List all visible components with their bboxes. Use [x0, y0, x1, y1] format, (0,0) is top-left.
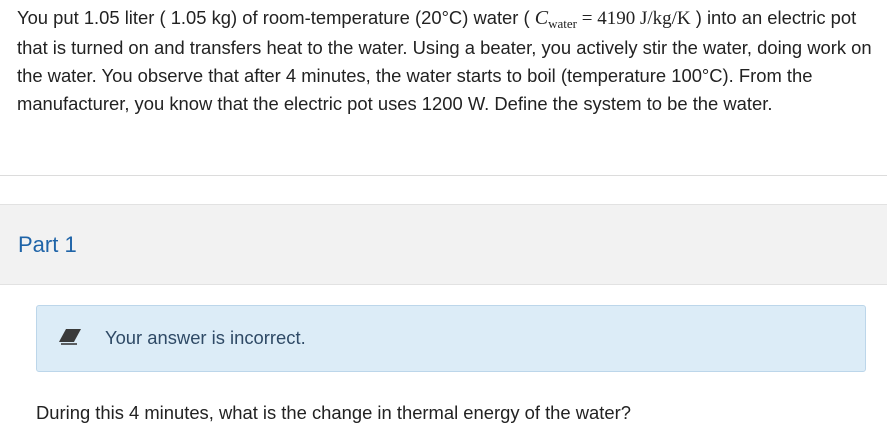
divider: [0, 175, 887, 176]
part-title: Part 1: [18, 232, 77, 257]
math-equation: = 4190 J/kg/K: [576, 8, 691, 29]
feedback-message: Your answer is incorrect.: [105, 327, 306, 348]
part-header: Part 1: [0, 204, 887, 285]
eraser-icon: [57, 327, 83, 347]
math-variable: C: [534, 7, 549, 29]
feedback-banner: Your answer is incorrect.: [36, 305, 866, 372]
math-subscript: water: [548, 16, 577, 31]
problem-text-before: You put 1.05 liter ( 1.05 kg) of room-te…: [17, 7, 535, 28]
question-text: During this 4 minutes, what is the chang…: [36, 402, 631, 423]
problem-statement: You put 1.05 liter ( 1.05 kg) of room-te…: [17, 4, 875, 118]
page: You put 1.05 liter ( 1.05 kg) of room-te…: [0, 0, 887, 437]
